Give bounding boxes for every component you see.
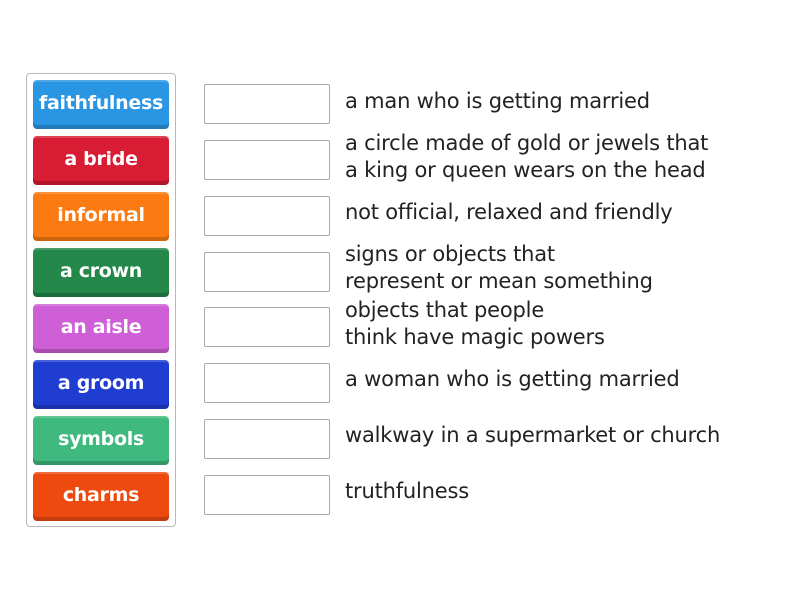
definition-4: signs or objects that represent or mean … — [345, 242, 653, 293]
term-label: informal — [57, 204, 145, 226]
term-label: an aisle — [60, 316, 142, 338]
term-tile-a-bride[interactable]: a bride — [33, 136, 169, 185]
definition-1: a man who is getting married — [345, 89, 650, 113]
answer-slot-4[interactable] — [204, 252, 330, 292]
answer-slot-5[interactable] — [204, 307, 330, 347]
definition-3: not official, relaxed and friendly — [345, 200, 673, 224]
term-label: charms — [62, 484, 140, 506]
term-label: a bride — [64, 148, 138, 170]
definition-6: a woman who is getting married — [345, 367, 680, 391]
term-label: faithfulness — [39, 92, 163, 114]
term-tray: faithfulness a bride informal a crown an… — [26, 73, 176, 527]
answer-slot-8[interactable] — [204, 475, 330, 515]
definition-7: walkway in a supermarket or church — [345, 423, 721, 447]
answer-slot-2[interactable] — [204, 140, 330, 180]
term-tile-informal[interactable]: informal — [33, 192, 169, 241]
answer-slot-3[interactable] — [204, 196, 330, 236]
definition-8: truthfulness — [345, 479, 469, 503]
term-tile-a-groom[interactable]: a groom — [33, 360, 169, 409]
definition-5: objects that people think have magic pow… — [345, 298, 605, 349]
term-label: symbols — [58, 428, 144, 450]
term-tile-charms[interactable]: charms — [33, 472, 169, 521]
term-tile-an-aisle[interactable]: an aisle — [33, 304, 169, 353]
definition-2: a circle made of gold or jewels that a k… — [345, 131, 709, 182]
answer-slot-6[interactable] — [204, 363, 330, 403]
term-label: a crown — [59, 260, 143, 282]
answer-slot-7[interactable] — [204, 419, 330, 459]
term-tile-a-crown[interactable]: a crown — [33, 248, 169, 297]
answer-slot-1[interactable] — [204, 84, 330, 124]
term-tile-symbols[interactable]: symbols — [33, 416, 169, 465]
term-label: a groom — [57, 372, 145, 394]
term-tile-faithfulness[interactable]: faithfulness — [33, 80, 169, 129]
